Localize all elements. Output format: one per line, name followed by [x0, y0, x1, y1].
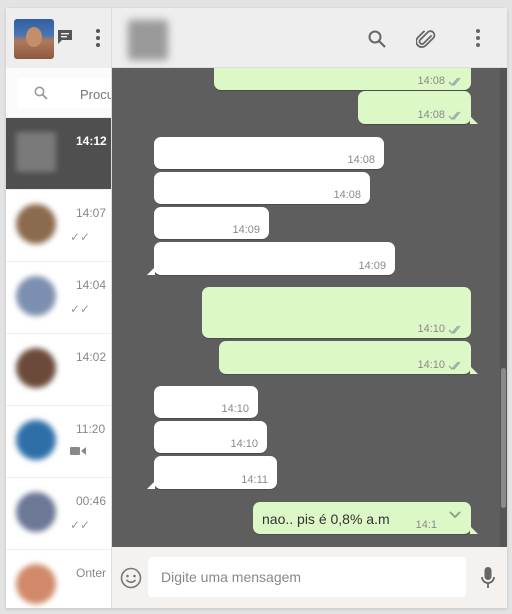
whatsapp-window: 14:12 14:07 ✓✓ 14:04 ✓✓ 14:02 11:20 00:46 ✓✓ Onte… [6, 8, 507, 608]
outgoing-message[interactable]: 14:08 [214, 68, 471, 90]
search-messages-icon[interactable] [368, 30, 386, 48]
message-list[interactable]: 14:08 14:08 14:08 14:08 14:09 14:09 14:10 14:10… [112, 68, 507, 547]
message-options-chevron-icon[interactable] [449, 511, 461, 519]
incoming-message[interactable]: 14:11 [147, 456, 277, 489]
message-time: 14:08 [347, 154, 375, 166]
double-check-icon [448, 361, 461, 370]
message-input[interactable] [148, 557, 466, 597]
chat-list-item[interactable]: 14:02 [6, 334, 111, 406]
message-time: 14:10 [417, 323, 445, 335]
chat-avatar [16, 204, 56, 244]
chat-list-item[interactable]: 14:07 ✓✓ [6, 190, 111, 262]
search-input[interactable] [80, 84, 111, 104]
message-time: 14:10 [417, 359, 445, 371]
chat-time: 00:46 [76, 494, 107, 508]
chat-list-item[interactable]: Onter [6, 550, 111, 608]
chat-avatar [16, 348, 56, 388]
attach-icon[interactable] [416, 28, 436, 50]
video-call-icon [70, 447, 86, 455]
chat-time: 14:07 [76, 206, 107, 220]
microphone-icon[interactable] [480, 566, 496, 590]
conversation-header [112, 8, 507, 68]
search-box [18, 78, 111, 108]
chat-time: 11:20 [76, 422, 106, 436]
conversation-pane: 14:08 14:08 14:08 14:08 14:09 14:09 14:10 14:10… [112, 8, 507, 608]
chat-list-item[interactable]: 14:12 [6, 118, 111, 190]
message-time: 14:11 [241, 474, 268, 486]
chat-list: 14:12 14:07 ✓✓ 14:04 ✓✓ 14:02 11:20 00:46 ✓✓ Onte… [6, 118, 111, 608]
read-receipt-icon: ✓✓ [70, 230, 91, 244]
emoji-icon[interactable] [120, 567, 142, 589]
incoming-message[interactable]: 14:10 [154, 421, 267, 453]
incoming-message[interactable]: 14:08 [154, 137, 384, 169]
chat-list-item[interactable]: 00:46 ✓✓ [6, 478, 111, 550]
new-chat-icon[interactable] [56, 28, 74, 46]
chat-list-item[interactable]: 14:04 ✓✓ [6, 262, 111, 334]
chat-list-item[interactable]: 11:20 [6, 406, 111, 478]
message-time: 14:10 [230, 438, 258, 450]
outgoing-message[interactable]: nao.. pis é 0,8% a.m 14:1 [253, 502, 478, 534]
chat-avatar [16, 420, 56, 460]
my-profile-avatar[interactable] [14, 19, 54, 59]
chat-time: 14:12 [76, 134, 107, 148]
sidebar-menu-icon[interactable] [94, 28, 102, 48]
search-icon [34, 86, 48, 100]
outgoing-message[interactable]: 14:08 [358, 91, 478, 124]
incoming-message[interactable]: 14:09 [154, 207, 269, 239]
chat-avatar [16, 492, 56, 532]
chat-time: 14:02 [76, 350, 107, 364]
chat-avatar [16, 132, 56, 172]
double-check-icon [448, 325, 461, 334]
search-bar [6, 68, 111, 118]
message-time: 14:08 [333, 189, 361, 201]
incoming-message[interactable]: 14:10 [154, 386, 258, 418]
outgoing-message[interactable]: 14:10 [202, 287, 471, 338]
conversation-menu-icon[interactable] [474, 28, 482, 48]
incoming-message[interactable]: 14:09 [147, 242, 395, 275]
double-check-icon [448, 77, 461, 86]
message-time: 14:10 [221, 403, 249, 415]
chat-time: Onter [76, 566, 107, 580]
chat-avatar [16, 564, 56, 604]
double-check-icon [448, 111, 461, 120]
scrollbar-thumb[interactable] [501, 368, 506, 508]
read-receipt-icon: ✓✓ [70, 302, 91, 316]
message-text: nao.. pis é 0,8% a.m [262, 511, 390, 527]
sidebar-header [6, 8, 111, 68]
message-time: 14:08 [417, 109, 445, 121]
message-time: 14:09 [358, 260, 386, 272]
outgoing-message[interactable]: 14:10 [219, 341, 478, 374]
chat-time: 14:04 [76, 278, 107, 292]
chat-avatar [16, 276, 56, 316]
composer [112, 547, 507, 608]
contact-avatar[interactable] [128, 20, 168, 60]
incoming-message[interactable]: 14:08 [154, 172, 370, 204]
message-time: 14:1 [415, 519, 437, 531]
sidebar: 14:12 14:07 ✓✓ 14:04 ✓✓ 14:02 11:20 00:46 ✓✓ Onte… [6, 8, 112, 608]
message-scrollbar[interactable] [500, 68, 507, 547]
read-receipt-icon: ✓✓ [70, 518, 91, 532]
message-time: 14:09 [232, 224, 260, 236]
message-time: 14:08 [417, 75, 445, 87]
